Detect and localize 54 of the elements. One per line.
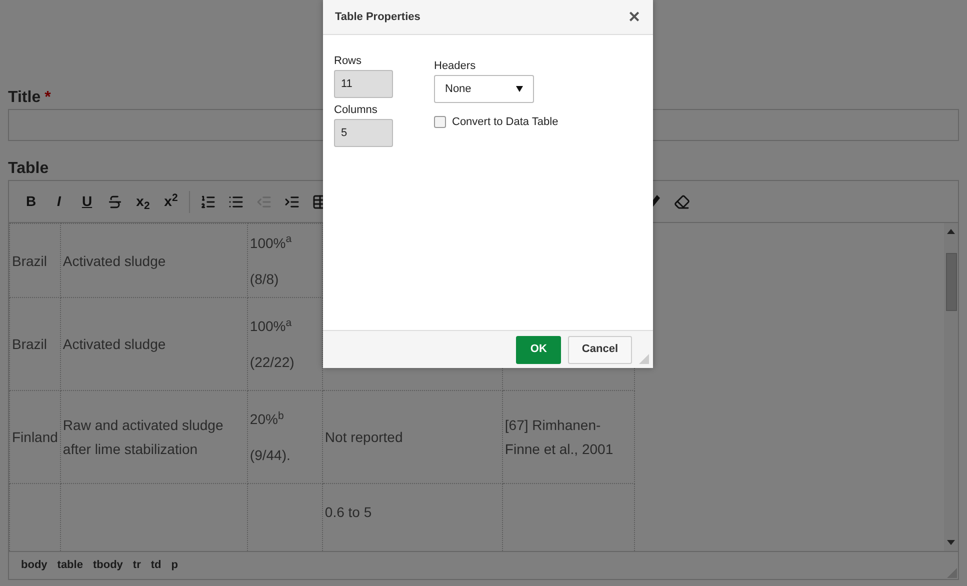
field-label: Columns [334,104,378,117]
path-item[interactable]: tr [132,557,141,574]
rows-field[interactable]: 11 [334,70,393,98]
cell-text: (22/22) [248,353,296,372]
dialog-title: Table Properties [335,10,420,25]
bullet-list-icon [228,194,244,210]
scroll-down-icon[interactable] [947,540,955,545]
path-item[interactable]: tbody [92,557,123,574]
cell-text: Not reported [324,428,404,447]
path-item[interactable]: td [150,557,162,574]
cell-text: (8/8) [248,270,280,289]
field-label: Headers [434,60,477,73]
dropdown-caret-icon [516,86,523,92]
checkbox-label: Convert to Data Table [452,115,558,130]
cell-text: 100%$^{a}$ [248,232,293,252]
strikethrough-icon [107,194,123,210]
field-label: Rows [334,55,363,68]
cell-text: Raw and activated sludge after lime stabilization [62,416,224,459]
close-button[interactable]: ✕ [628,10,641,24]
path-item[interactable]: p [171,557,178,574]
eraser-icon [674,194,690,210]
ok-button[interactable]: OK [516,336,561,364]
cell-text: (9/44). [248,446,292,465]
format-button[interactable]: I [45,188,73,216]
format-button[interactable]: U [73,188,101,216]
cell-text: [67] Rimhanen-Finne et al., 2001 [504,416,614,459]
scroll-up-icon[interactable] [947,229,955,234]
path-item[interactable]: body [21,557,48,574]
path-item[interactable]: table [57,557,83,574]
resize-grip-icon[interactable] [947,568,957,578]
field-label: Title [8,88,41,108]
convert-checkbox[interactable] [434,116,446,128]
cell-text: Activated sludge [62,252,167,271]
cell-text: Brazil [11,335,48,354]
outdent-icon [256,194,272,210]
cancel-button[interactable]: Cancel [568,336,632,364]
required-mark: * [44,88,51,108]
cell-text: 100%$^{a}$ [248,316,293,336]
cell-text: 0.6 to 5 [324,503,373,522]
scrollbar-thumb[interactable] [946,253,956,311]
cell-text: Activated sludge [62,335,167,354]
cell-text: 20%$^{b}$ [248,408,285,429]
resize-grip-icon[interactable] [639,354,649,364]
format-button[interactable]: x$_{2}$ [129,188,157,216]
headers-select[interactable]: None [434,75,534,103]
ordered-list-icon [200,194,216,210]
format-button[interactable]: B [17,188,45,216]
scrollbar[interactable] [944,223,958,551]
cell-text: Finland [11,428,59,447]
field-label: Table [8,159,50,177]
format-button[interactable]: x$^{2}$ [157,188,185,216]
cell-text: Brazil [11,252,48,270]
columns-field[interactable]: 5 [334,119,393,147]
indent-icon [284,194,300,210]
